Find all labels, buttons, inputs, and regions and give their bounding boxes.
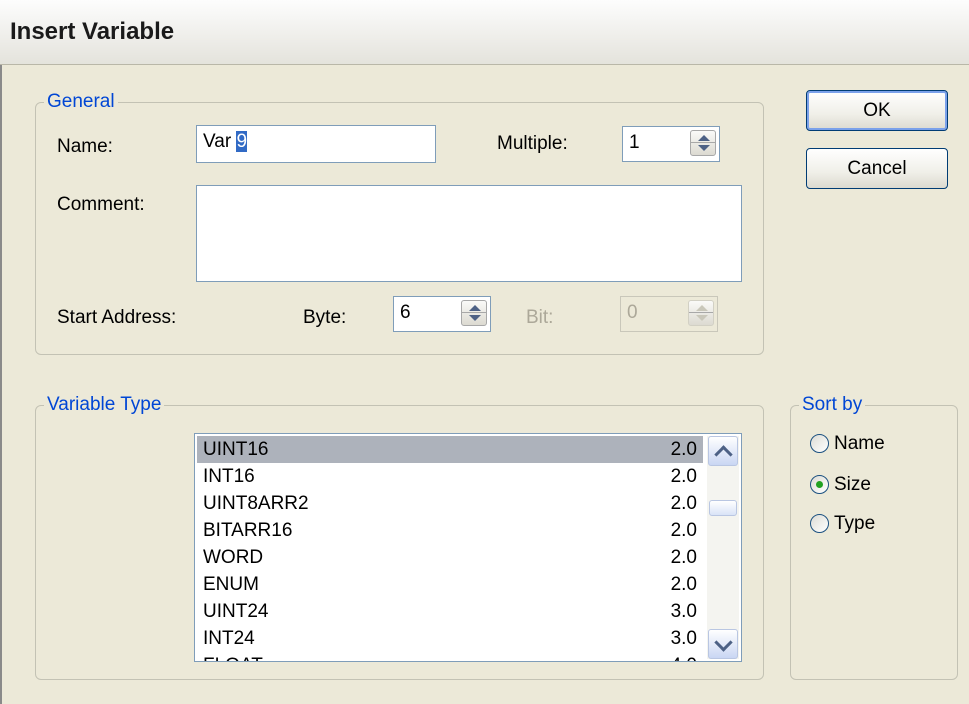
name-input[interactable]: Var 9: [196, 125, 436, 163]
sort-by-name-radio[interactable]: Name: [810, 431, 930, 457]
scroll-down-icon[interactable]: [708, 629, 738, 659]
sort-by-type-radio[interactable]: Type: [810, 511, 930, 537]
list-item-size: 2.0: [670, 520, 697, 541]
list-item[interactable]: FLOAT 4.0: [197, 652, 703, 661]
list-item[interactable]: ENUM 2.0: [197, 571, 703, 598]
variable-type-list[interactable]: UINT16 2.0 INT16 2.0 UINT8ARR2 2.0 BITARR16 2.0…: [194, 433, 742, 662]
list-item-size: 2.0: [670, 466, 697, 487]
multiple-value: 1: [629, 132, 640, 153]
sort-by-size-label: Size: [834, 474, 871, 495]
list-item-name: INT24: [203, 628, 255, 649]
list-item-size: 2.0: [670, 439, 697, 460]
byte-value: 6: [400, 302, 411, 323]
list-item-size: 3.0: [670, 601, 697, 622]
list-item-name: FLOAT: [203, 652, 263, 661]
list-item[interactable]: UINT16 2.0: [197, 436, 703, 463]
cancel-button[interactable]: Cancel: [806, 148, 948, 189]
radio-icon: [810, 514, 829, 533]
multiple-label: Multiple:: [497, 133, 568, 154]
sort-by-size-radio[interactable]: Size: [810, 472, 930, 498]
list-item-size: 2.0: [670, 493, 697, 514]
list-item-name: UINT16: [203, 439, 269, 460]
name-value-text: Var: [203, 131, 237, 152]
sort-by-legend: Sort by: [799, 394, 866, 416]
start-address-label: Start Address:: [57, 307, 177, 328]
window-title: Insert Variable: [10, 18, 175, 45]
byte-stepper[interactable]: 6: [393, 296, 491, 332]
list-item[interactable]: WORD 2.0: [197, 544, 703, 571]
scroll-thumb[interactable]: [709, 500, 737, 516]
list-item[interactable]: INT16 2.0: [197, 463, 703, 490]
list-item-name: INT16: [203, 466, 255, 487]
sort-by-name-label: Name: [834, 433, 885, 454]
variable-type-rows: UINT16 2.0 INT16 2.0 UINT8ARR2 2.0 BITARR16 2.0…: [197, 436, 703, 661]
list-scrollbar[interactable]: [707, 436, 739, 659]
bit-stepper: 0: [620, 296, 718, 332]
comment-input[interactable]: [196, 185, 742, 282]
variable-type-legend: Variable Type: [44, 394, 165, 416]
list-item-name: UINT24: [203, 601, 269, 622]
byte-spin-icon[interactable]: [461, 300, 487, 326]
list-item-size: 2.0: [670, 574, 697, 595]
list-item-size: 4.0: [671, 652, 697, 661]
name-value-selection: 9: [236, 131, 248, 152]
bit-spin-icon: [688, 300, 714, 326]
sort-by-type-label: Type: [834, 513, 876, 534]
bit-value: 0: [627, 302, 638, 323]
scroll-up-icon[interactable]: [708, 436, 738, 466]
multiple-spin-icon[interactable]: [690, 130, 716, 156]
list-item-name: BITARR16: [203, 520, 293, 541]
title-bar: Insert Variable: [0, 0, 969, 65]
list-item[interactable]: UINT8ARR2 2.0: [197, 490, 703, 517]
list-item[interactable]: BITARR16 2.0: [197, 517, 703, 544]
list-item-size: 2.0: [670, 547, 697, 568]
list-item-name: WORD: [203, 547, 264, 568]
multiple-stepper[interactable]: 1: [622, 126, 720, 162]
radio-icon: [810, 434, 829, 453]
radio-checked-icon: [810, 475, 829, 494]
list-item-name: ENUM: [203, 574, 259, 595]
list-item[interactable]: UINT24 3.0: [197, 598, 703, 625]
bit-label: Bit:: [526, 307, 554, 328]
ok-button[interactable]: OK: [806, 90, 948, 131]
list-item-size: 3.0: [670, 628, 697, 649]
list-item[interactable]: INT24 3.0: [197, 625, 703, 652]
byte-label: Byte:: [303, 307, 347, 328]
list-item-name: UINT8ARR2: [203, 493, 309, 514]
general-legend: General: [44, 91, 118, 113]
comment-label: Comment:: [57, 194, 145, 215]
name-label: Name:: [57, 136, 113, 157]
